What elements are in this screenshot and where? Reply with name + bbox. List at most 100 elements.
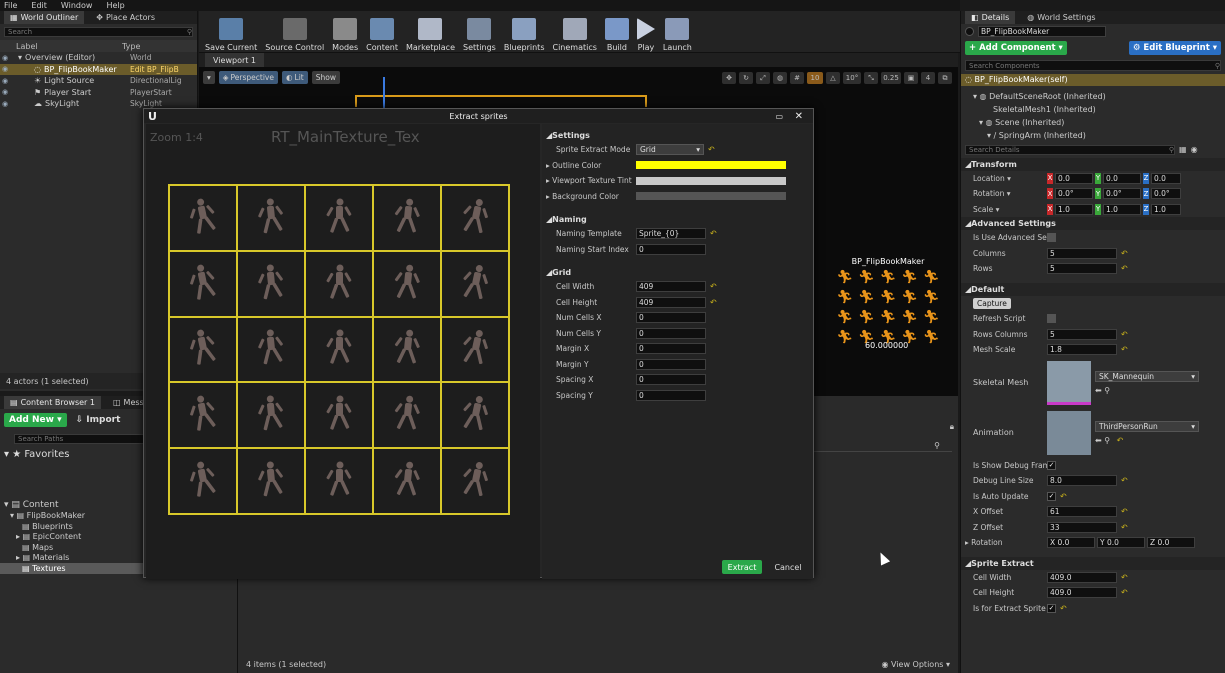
- tab-world-outliner[interactable]: ▦ World Outliner: [4, 11, 85, 24]
- debug-line-field[interactable]: 8.0: [1047, 475, 1117, 487]
- rotation-y[interactable]: 0.0°: [1103, 188, 1141, 200]
- tab-place-actors[interactable]: ✥ Place Actors: [90, 11, 161, 24]
- reset-icon[interactable]: ↶: [710, 282, 717, 291]
- gizmo-z-axis[interactable]: [383, 77, 385, 109]
- debug-frame-checkbox[interactable]: ✓: [1047, 460, 1056, 470]
- margin-y-field[interactable]: 0: [636, 358, 706, 370]
- browse-icon[interactable]: ⬅ ⚲ ↶: [1095, 436, 1199, 445]
- margin-x-field[interactable]: 0: [636, 343, 706, 355]
- viewport-tint-swatch[interactable]: [636, 176, 786, 185]
- blueprints-button[interactable]: Blueprints: [500, 12, 549, 52]
- reset-icon[interactable]: ↶: [1121, 330, 1128, 339]
- scale-y[interactable]: 1.0: [1103, 203, 1141, 215]
- rows-field[interactable]: 5: [1047, 263, 1117, 275]
- reset-icon[interactable]: ↶: [1060, 492, 1067, 501]
- reset-icon[interactable]: ↶: [1121, 573, 1128, 582]
- spacing-x-field[interactable]: 0: [636, 374, 706, 386]
- content-button[interactable]: Content: [362, 12, 402, 52]
- build-button[interactable]: Build: [601, 12, 633, 52]
- rotation2-z[interactable]: Z 0.0: [1147, 537, 1195, 549]
- outliner-row-selected[interactable]: ◉ ◌ BP_FlipBookMaker Edit BP_FlipB: [0, 63, 197, 75]
- outliner-row[interactable]: ◉ ⚑ Player Start PlayerStart: [0, 87, 197, 99]
- eye-icon[interactable]: ◉: [0, 77, 10, 85]
- z-offset-field[interactable]: 33: [1047, 521, 1117, 533]
- component-skeletal[interactable]: SkeletalMesh1 (Inherited): [961, 103, 1225, 116]
- row-type[interactable]: Edit BP_FlipB: [130, 65, 179, 74]
- eye-icon[interactable]: ◉: [0, 100, 10, 108]
- browse-icon[interactable]: ⬅ ⚲: [1095, 386, 1199, 395]
- outline-color-swatch[interactable]: [636, 161, 786, 170]
- sprite-extract-section[interactable]: ◢ Sprite Extract: [961, 556, 1225, 570]
- tab-world-settings[interactable]: ◍ World Settings: [1021, 11, 1101, 24]
- reset-icon[interactable]: ↶: [1121, 249, 1128, 258]
- scale-snap-icon[interactable]: ⤡: [864, 72, 878, 84]
- naming-start-field[interactable]: 0: [636, 243, 706, 255]
- extract-mode-dropdown[interactable]: Grid ▾: [636, 144, 704, 156]
- lock-icon[interactable]: 🔒︎: [950, 422, 954, 432]
- background-color-swatch[interactable]: [636, 192, 786, 201]
- menu-help[interactable]: Help: [106, 1, 124, 10]
- grid-snap-value[interactable]: 10: [807, 72, 823, 84]
- skeletal-mesh-thumbnail[interactable]: [1047, 360, 1091, 405]
- grid-snap-icon[interactable]: #: [790, 72, 804, 84]
- tab-details[interactable]: ◧ Details: [965, 11, 1016, 24]
- reset-icon[interactable]: ↶: [710, 229, 717, 238]
- source-control-button[interactable]: Source Control: [261, 12, 328, 52]
- maximize-icon[interactable]: ⧉: [938, 72, 952, 84]
- component-root[interactable]: ▾ ◍ DefaultSceneRoot (Inherited): [961, 90, 1225, 103]
- search-paths-input[interactable]: Search Paths: [14, 434, 144, 444]
- add-component-button[interactable]: + Add Component ▾: [965, 41, 1067, 55]
- columns-field[interactable]: 5: [1047, 247, 1117, 259]
- rotate-icon[interactable]: ↻: [739, 72, 753, 84]
- reset-icon[interactable]: ↶: [1121, 523, 1128, 532]
- default-section[interactable]: ◢ Default: [961, 282, 1225, 296]
- modes-button[interactable]: Modes: [328, 12, 362, 52]
- scale-icon[interactable]: ⤢: [756, 72, 770, 84]
- actor-name-field[interactable]: BP_FlipBookMaker: [978, 26, 1106, 37]
- maximize-icon[interactable]: ▭: [775, 112, 783, 121]
- extract-button[interactable]: Extract: [722, 560, 762, 574]
- location-x[interactable]: 0.0: [1055, 172, 1093, 184]
- rows-columns-field[interactable]: 5: [1047, 328, 1117, 340]
- cinematics-button[interactable]: Cinematics: [548, 12, 600, 52]
- eye-icon[interactable]: ◉: [0, 54, 10, 62]
- scale-x[interactable]: 1.0: [1055, 203, 1093, 215]
- rotate-snap-value[interactable]: 10°: [843, 72, 861, 84]
- viewport-tint-label[interactable]: ▸ Viewport Texture Tint: [542, 176, 636, 185]
- component-scene[interactable]: ▾ ◍ Scene (Inherited): [961, 116, 1225, 129]
- mesh-scale-field[interactable]: 1.8: [1047, 344, 1117, 356]
- cell-height-field[interactable]: 409: [636, 296, 706, 308]
- auto-update-checkbox[interactable]: ✓: [1047, 491, 1056, 501]
- menu-window[interactable]: Window: [61, 1, 93, 10]
- show-button[interactable]: Show: [311, 70, 340, 84]
- spacing-y-field[interactable]: 0: [636, 389, 706, 401]
- scale-z[interactable]: 1.0: [1151, 203, 1181, 215]
- reset-icon[interactable]: ↶: [1121, 345, 1128, 354]
- cell-width-field[interactable]: 409: [636, 281, 706, 293]
- reset-icon[interactable]: ↶: [710, 298, 717, 307]
- naming-template-field[interactable]: Sprite_{0}: [636, 228, 706, 240]
- rotation2-x[interactable]: X 0.0: [1047, 537, 1095, 549]
- location-z[interactable]: 0.0: [1151, 172, 1181, 184]
- viewport-menu-button[interactable]: ▾: [203, 70, 215, 84]
- grid-view-icon[interactable]: ▦: [1179, 145, 1187, 154]
- rotate-snap-icon[interactable]: △: [826, 72, 840, 84]
- close-icon[interactable]: ✕: [795, 111, 803, 122]
- cancel-button[interactable]: Cancel: [768, 560, 808, 574]
- sprite-preview-panel[interactable]: Zoom 1:4 RT_MainTexture_Tex: [146, 124, 540, 579]
- reset-icon[interactable]: ↶: [1117, 436, 1124, 445]
- animation-dropdown[interactable]: ThirdPersonRun ▾: [1095, 420, 1199, 432]
- scale-snap-value[interactable]: 0.25: [881, 72, 901, 84]
- import-button[interactable]: ⇩ Import: [73, 413, 124, 427]
- num-cells-y-field[interactable]: 0: [636, 327, 706, 339]
- tab-content-browser[interactable]: ▤ Content Browser 1: [4, 396, 101, 409]
- tab-viewport-1[interactable]: Viewport 1: [205, 53, 265, 67]
- outline-color-label[interactable]: ▸ Outline Color: [542, 161, 636, 170]
- cell-height-field[interactable]: 409.0: [1047, 587, 1117, 599]
- settings-button[interactable]: Settings: [459, 12, 500, 52]
- asset-search-input[interactable]: ⚲: [812, 440, 952, 452]
- play-button[interactable]: Play: [633, 12, 659, 52]
- capture-button[interactable]: Capture: [973, 297, 1011, 309]
- reset-icon[interactable]: ↶: [1060, 604, 1067, 613]
- search-components-input[interactable]: Search Components ⚲: [965, 60, 1221, 71]
